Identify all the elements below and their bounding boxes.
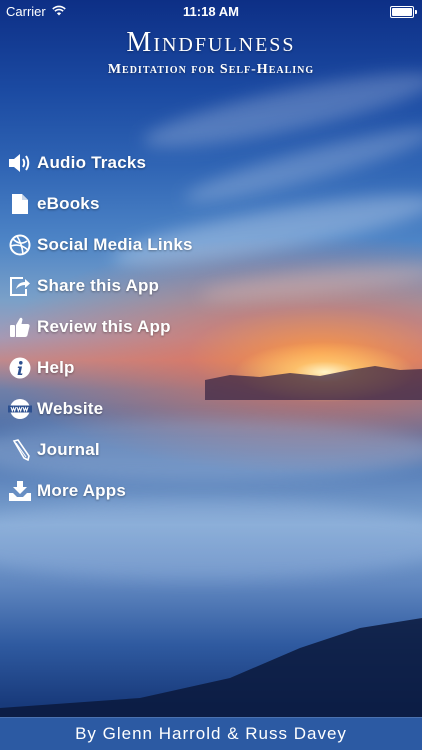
menu-item-journal[interactable]: Journal bbox=[0, 429, 260, 470]
document-icon bbox=[8, 192, 32, 216]
share-icon bbox=[8, 274, 32, 298]
menu-item-help[interactable]: Help bbox=[0, 347, 260, 388]
menu-item-label: Audio Tracks bbox=[37, 152, 147, 172]
menu-item-label: More Apps bbox=[37, 480, 127, 500]
info-icon bbox=[8, 356, 32, 380]
menu-item-label: Website bbox=[37, 398, 104, 418]
download-tray-icon bbox=[8, 479, 32, 503]
menu-item-label: Review this App bbox=[37, 316, 171, 336]
menu-item-label: Help bbox=[37, 357, 75, 377]
menu-item-label: Journal bbox=[37, 439, 100, 459]
menu-item-audio-tracks[interactable]: Audio Tracks bbox=[0, 142, 260, 183]
menu-item-share-this-app[interactable]: Share this App bbox=[0, 265, 260, 306]
status-bar: Carrier 11:18 AM bbox=[0, 0, 422, 22]
menu-item-ebooks[interactable]: eBooks bbox=[0, 183, 260, 224]
clock-time: 11:18 AM bbox=[183, 4, 239, 19]
menu-item-more-apps[interactable]: More Apps bbox=[0, 470, 260, 511]
credits-footer: By Glenn Harrold & Russ Davey bbox=[0, 717, 422, 750]
www-globe-icon bbox=[8, 397, 32, 421]
pencil-icon bbox=[8, 438, 32, 462]
dribbble-icon bbox=[8, 233, 32, 257]
app-title: Mindfulness bbox=[126, 27, 296, 58]
thumbs-up-icon bbox=[8, 315, 32, 339]
speaker-icon bbox=[8, 151, 32, 175]
main-menu: Audio Tracks eBooks Social Media Links S… bbox=[0, 142, 260, 511]
credits-label: By Glenn Harrold & Russ Davey bbox=[75, 724, 347, 743]
menu-item-social-media-links[interactable]: Social Media Links bbox=[0, 224, 260, 265]
menu-item-label: eBooks bbox=[37, 193, 100, 213]
app-subtitle: Meditation for Self-Healing bbox=[107, 62, 315, 77]
menu-item-website[interactable]: Website bbox=[0, 388, 260, 429]
menu-item-label: Social Media Links bbox=[37, 234, 193, 254]
menu-item-label: Share this App bbox=[37, 275, 160, 295]
app-title-block: Mindfulness Meditation for Self-Healing bbox=[0, 28, 422, 78]
battery-icon bbox=[390, 6, 417, 18]
menu-item-review-this-app[interactable]: Review this App bbox=[0, 306, 260, 347]
